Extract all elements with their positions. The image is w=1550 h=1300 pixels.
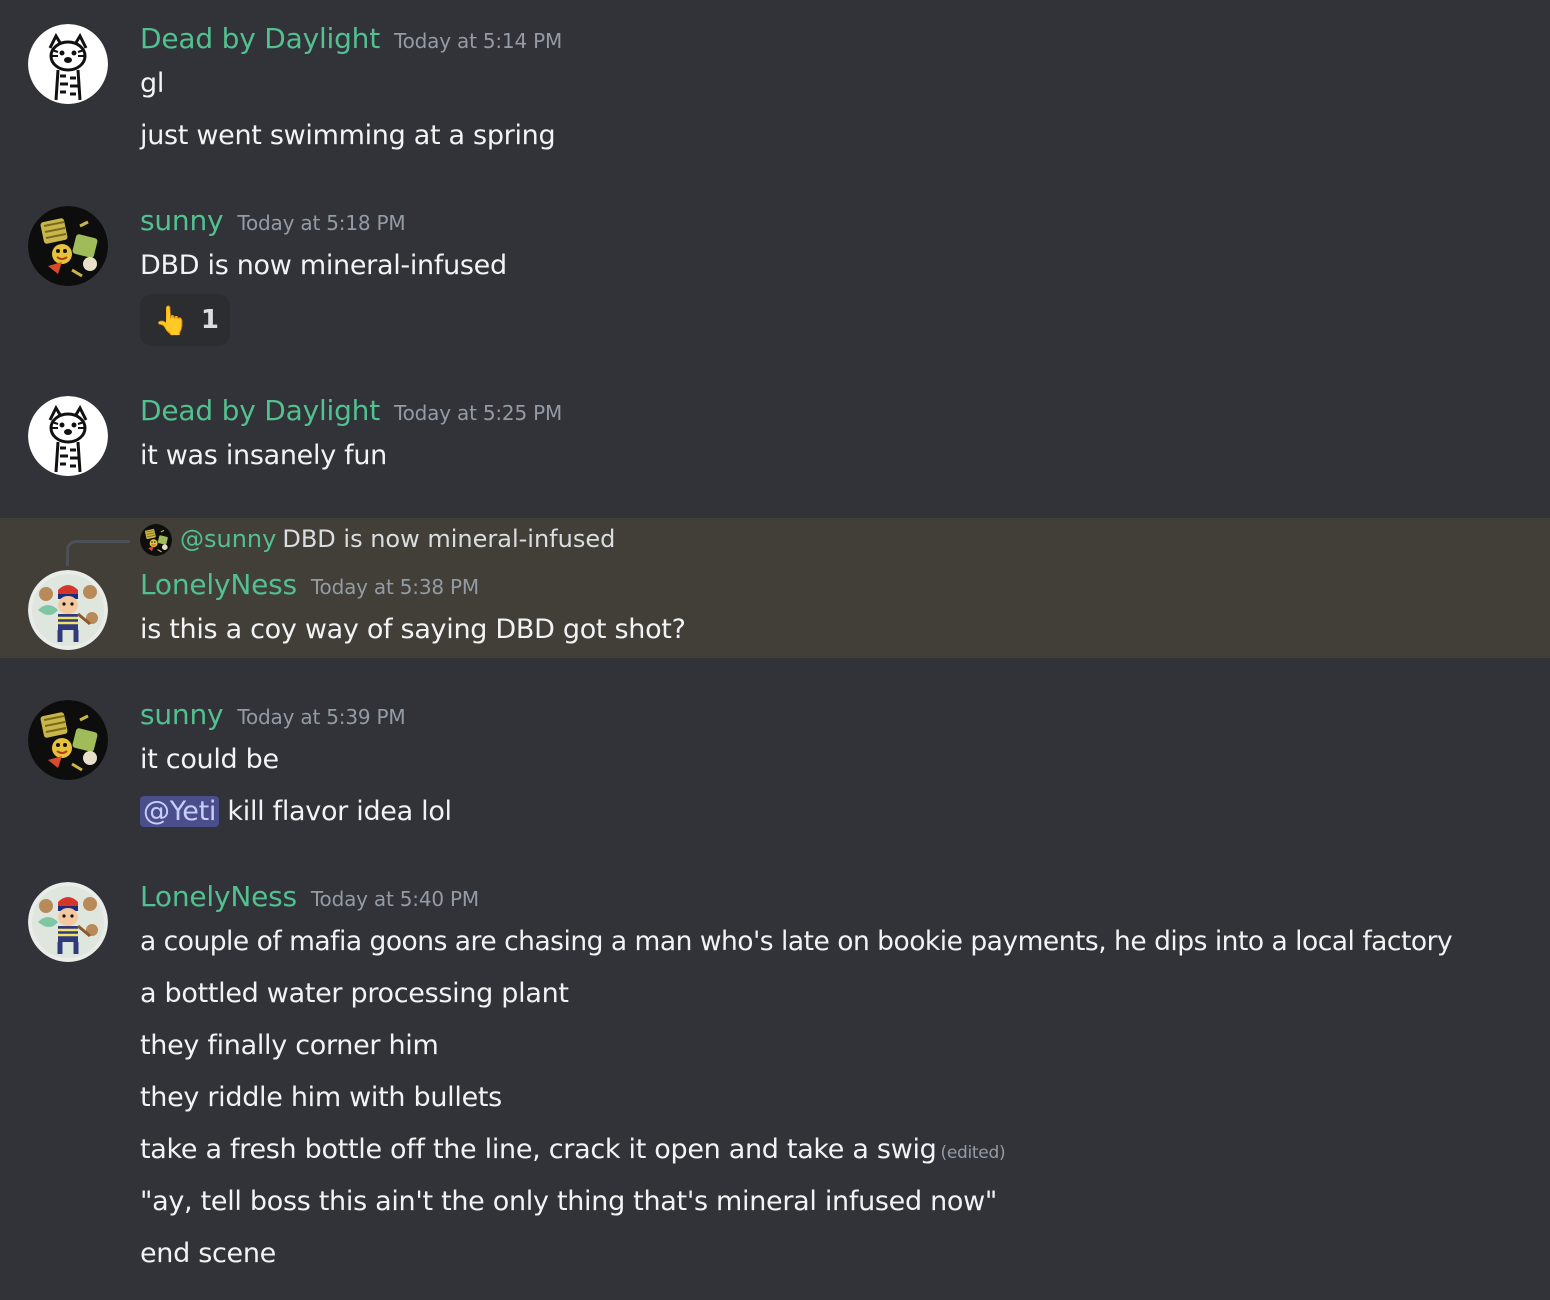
message-text: is this a coy way of saying DBD got shot… bbox=[140, 614, 686, 645]
timestamp[interactable]: Today at 5:40 PM bbox=[311, 887, 479, 911]
message-text: it was insanely fun bbox=[140, 440, 387, 471]
reaction-button[interactable]: 👆 1 bbox=[140, 294, 230, 346]
message-text: "ay, tell boss this ain't the only thing… bbox=[140, 1186, 998, 1217]
reply-spine bbox=[66, 540, 130, 566]
message-text: gl bbox=[140, 68, 165, 99]
message-text: a couple of mafia goons are chasing a ma… bbox=[140, 926, 1453, 957]
timestamp[interactable]: Today at 5:25 PM bbox=[394, 401, 562, 425]
user-mention[interactable]: @Yeti bbox=[140, 796, 220, 827]
message-header: LonelyNess Today at 5:38 PM bbox=[140, 568, 479, 601]
pointing-hand-icon: 👆 bbox=[154, 303, 189, 337]
message-header: sunny Today at 5:18 PM bbox=[140, 204, 406, 237]
message-text: take a fresh bottle off the line, crack … bbox=[140, 1134, 937, 1165]
message-text: end scene bbox=[140, 1238, 276, 1269]
message-text: a bottled water processing plant bbox=[140, 978, 569, 1009]
yellow-cartoon-avatar[interactable] bbox=[28, 206, 108, 286]
username[interactable]: sunny bbox=[140, 204, 224, 237]
message-header: LonelyNess Today at 5:40 PM bbox=[140, 880, 479, 913]
username[interactable]: sunny bbox=[140, 698, 224, 731]
message-text: it could be bbox=[140, 744, 279, 775]
timestamp[interactable]: Today at 5:14 PM bbox=[394, 29, 562, 53]
pixel-hero-avatar[interactable] bbox=[28, 570, 108, 650]
message-text: they riddle him with bullets bbox=[140, 1082, 502, 1113]
message-text: kill flavor idea lol bbox=[227, 796, 452, 827]
message-text: DBD is now mineral-infused bbox=[140, 250, 507, 281]
message-text-edited: take a fresh bottle off the line, crack … bbox=[140, 1134, 1006, 1165]
message-header: Dead by Daylight Today at 5:25 PM bbox=[140, 394, 562, 427]
username[interactable]: Dead by Daylight bbox=[140, 22, 380, 55]
message-text-with-mention: @Yeti kill flavor idea lol bbox=[140, 796, 452, 827]
message-header: Dead by Daylight Today at 5:14 PM bbox=[140, 22, 562, 55]
chat-message-list: Dead by Daylight Today at 5:14 PM gl just… bbox=[0, 0, 1550, 1300]
timestamp[interactable]: Today at 5:38 PM bbox=[311, 575, 479, 599]
reply-text[interactable]: DBD is now mineral-infused bbox=[282, 525, 615, 553]
reaction-count: 1 bbox=[200, 305, 219, 335]
edited-label: (edited) bbox=[940, 1143, 1006, 1163]
username[interactable]: LonelyNess bbox=[140, 568, 297, 601]
message-text: just went swimming at a spring bbox=[140, 120, 556, 151]
username[interactable]: LonelyNess bbox=[140, 880, 297, 913]
username[interactable]: Dead by Daylight bbox=[140, 394, 380, 427]
reply-preview[interactable]: @sunny DBD is now mineral-infused bbox=[140, 524, 615, 556]
message-header: sunny Today at 5:39 PM bbox=[140, 698, 406, 731]
yellow-cartoon-avatar bbox=[140, 524, 172, 556]
cartoon-tiger-avatar[interactable] bbox=[28, 24, 108, 104]
reply-username[interactable]: @sunny bbox=[180, 525, 276, 553]
timestamp[interactable]: Today at 5:18 PM bbox=[237, 211, 405, 235]
yellow-cartoon-avatar[interactable] bbox=[28, 700, 108, 780]
pixel-hero-avatar[interactable] bbox=[28, 882, 108, 962]
message-text: they finally corner him bbox=[140, 1030, 439, 1061]
cartoon-tiger-avatar[interactable] bbox=[28, 396, 108, 476]
timestamp[interactable]: Today at 5:39 PM bbox=[237, 705, 405, 729]
